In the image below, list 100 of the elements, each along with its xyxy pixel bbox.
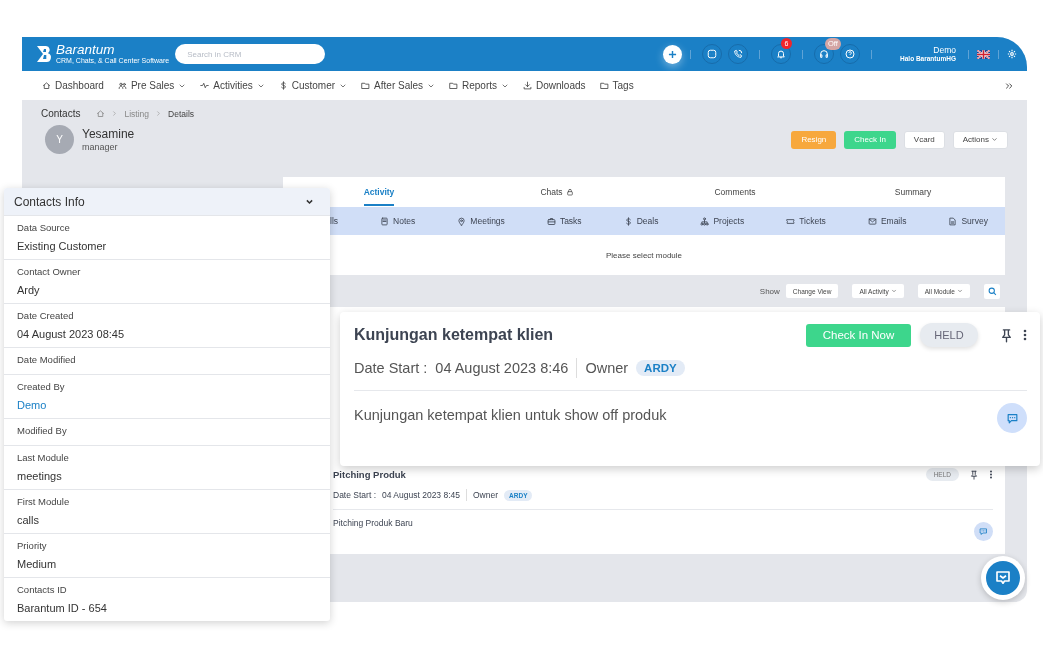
- home-icon: [42, 81, 51, 90]
- activity-title: Kunjungan ketempat klien: [354, 326, 555, 344]
- nav-menu-item[interactable]: Downloads: [523, 80, 586, 91]
- headset-icon: [819, 49, 829, 59]
- field-label: Date Modified: [17, 354, 77, 365]
- folder-icon: [361, 81, 371, 90]
- folder-icon: [599, 81, 609, 90]
- caret-down-icon: [991, 136, 998, 143]
- nav-menu-item[interactable]: Customer: [278, 80, 348, 91]
- nav-menu-item[interactable]: Dashboard: [42, 80, 104, 91]
- home-icon: [96, 109, 106, 118]
- phone-icon: [733, 49, 743, 59]
- field-value: calls: [17, 514, 40, 526]
- field-label: Contacts ID: [17, 584, 68, 595]
- settings-icon[interactable]: [1007, 49, 1017, 59]
- date-label: Date Start :: [333, 490, 376, 500]
- field-label: Modified By: [17, 425, 68, 436]
- avatar: Y: [45, 125, 74, 154]
- pushpin-icon: [969, 469, 979, 480]
- status-badge: HELD: [920, 323, 978, 347]
- owner-label: Owner: [585, 360, 629, 376]
- action-button[interactable]: Vcard: [903, 130, 945, 149]
- pushpin-icon: [999, 327, 1014, 343]
- chat-widget-button[interactable]: [986, 561, 1020, 595]
- owner-badge: ARDY: [636, 360, 685, 376]
- nav-menu-item[interactable]: Activities: [200, 80, 265, 91]
- module-filter[interactable]: lls: [330, 216, 339, 226]
- field-value: 04 August 2023 08:45: [17, 328, 126, 340]
- search-button[interactable]: [984, 283, 1000, 299]
- action-button[interactable]: Actions: [952, 130, 1008, 149]
- show-label: Show: [759, 286, 780, 296]
- tab[interactable]: Chats: [540, 178, 574, 206]
- tab[interactable]: Summary: [894, 178, 932, 206]
- field-label: First Module: [17, 496, 71, 507]
- owner-label: Owner: [473, 490, 499, 500]
- chevron-down-icon[interactable]: [305, 197, 314, 206]
- ticket-icon: [786, 216, 796, 226]
- chat-bubble-icon: [1005, 411, 1019, 425]
- field-link[interactable]: Demo: [17, 399, 317, 411]
- activity-description: Pitching Produk Baru: [333, 518, 413, 530]
- logo-text: Barantum: [56, 43, 116, 57]
- briefcase-icon: [546, 216, 556, 226]
- date-label: Date Start :: [354, 360, 428, 376]
- field-label: Created By: [17, 381, 66, 392]
- field-value: Ardy: [17, 284, 41, 296]
- envelope-icon: [867, 216, 877, 226]
- plus-icon: [668, 49, 677, 59]
- date-value: 04 August 2023 8:46: [435, 360, 569, 376]
- comment-button[interactable]: [997, 403, 1027, 433]
- module-filter[interactable]: Meetings: [457, 216, 505, 226]
- user-name: Demo: [933, 45, 956, 55]
- field-value: meetings: [17, 470, 63, 482]
- nav-menu-item[interactable]: Pre Sales: [117, 80, 187, 91]
- tab[interactable]: Comments: [714, 178, 756, 206]
- note-icon: [380, 216, 390, 226]
- module-filter[interactable]: Deals: [623, 216, 659, 226]
- location-pin-icon: [457, 216, 467, 226]
- document-icon: [948, 216, 958, 226]
- people-icon: [117, 81, 127, 90]
- dollar-icon: [623, 216, 633, 226]
- activity-title: Pitching Produk: [333, 469, 407, 480]
- module-filter[interactable]: Notes: [380, 216, 416, 226]
- field-value: Medium: [17, 558, 58, 570]
- field-label: Priority: [17, 540, 48, 551]
- nav-menu-item[interactable]: After Sales: [361, 80, 435, 91]
- more-options-icon[interactable]: [989, 470, 993, 479]
- chat-bubble-icon: [979, 527, 988, 536]
- module-filter[interactable]: Tasks: [546, 216, 582, 226]
- field-label: Data Source: [17, 222, 71, 233]
- field-label: Date Created: [17, 310, 75, 321]
- panel-header[interactable]: Contacts Info: [4, 188, 330, 215]
- tab[interactable]: Activity: [363, 178, 395, 206]
- activity-description: Kunjungan ketempat klien untuk show off produk: [354, 407, 667, 425]
- hierarchy-icon: [700, 216, 710, 226]
- chevron-right-icon: [155, 110, 163, 117]
- download-icon: [523, 81, 533, 90]
- pulse-icon: [200, 81, 210, 90]
- module-filter[interactable]: Emails: [867, 216, 907, 226]
- field-value: Existing Customer: [17, 240, 108, 252]
- nav-menu-item[interactable]: Tags: [599, 80, 634, 91]
- help-icon: [845, 49, 855, 59]
- add-button[interactable]: [663, 44, 682, 64]
- panel-title: Contacts Info: [14, 194, 85, 209]
- folder-icon: [449, 81, 458, 90]
- module-filter[interactable]: Survey: [948, 216, 988, 226]
- module-filter[interactable]: Projects: [700, 216, 745, 226]
- flag-icon[interactable]: [977, 49, 990, 59]
- field-value: Barantum ID - 654: [17, 602, 108, 614]
- comment-button[interactable]: [974, 522, 993, 541]
- logo-icon: [36, 45, 53, 63]
- contact-role: manager: [82, 142, 119, 152]
- page-title: Contacts: [41, 108, 81, 119]
- nav-menu-item[interactable]: Reports: [449, 80, 510, 91]
- chevron-right-icon: [111, 110, 119, 117]
- dollar-icon: [278, 81, 288, 90]
- expand-menu-icon[interactable]: [1005, 81, 1013, 90]
- module-filter[interactable]: Tickets: [786, 216, 826, 226]
- more-options-icon[interactable]: [1023, 328, 1027, 342]
- bell-icon: [776, 49, 786, 59]
- field-label: Contact Owner: [17, 266, 82, 277]
